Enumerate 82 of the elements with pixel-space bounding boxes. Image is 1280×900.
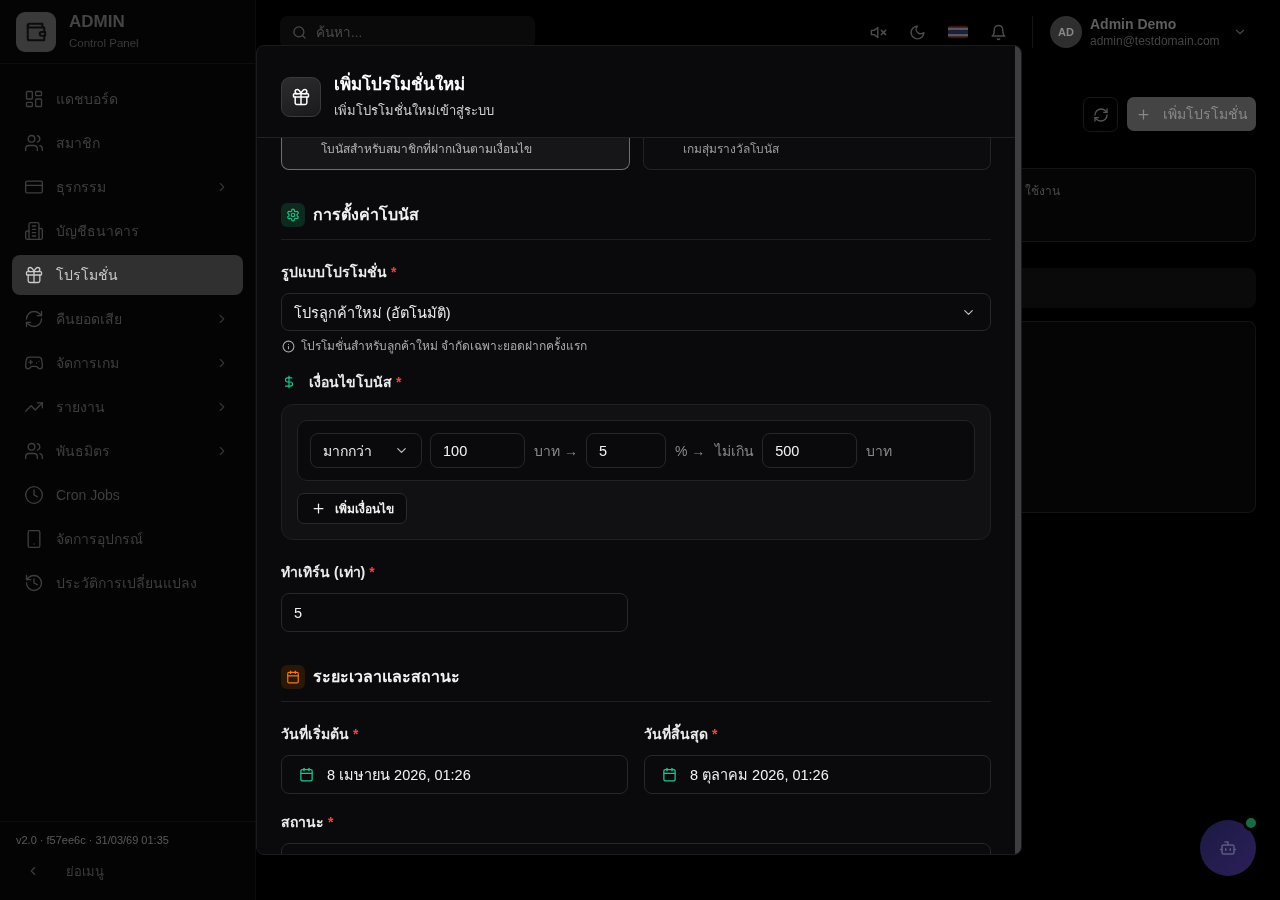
calendar-icon (281, 664, 305, 689)
sidebar-item[interactable]: รายงาน (12, 387, 243, 427)
promotion-type-select[interactable]: โปรลูกค้าใหม่ (อัตโนมัติ) (281, 293, 991, 331)
dialog-title: เพิ่มโปรโมชั่นใหม่ (334, 73, 466, 96)
scrollbar[interactable] (1015, 46, 1021, 854)
user-menu[interactable]: AD Admin Demo admin@testdomain.com (1050, 15, 1256, 49)
field-label: วันที่สิ้นสุด (644, 724, 708, 744)
turnover-input[interactable]: 5 (281, 593, 628, 632)
unit-text: บาท (866, 441, 893, 461)
bot-icon (1219, 839, 1237, 857)
calendar-icon (662, 767, 677, 782)
chatbot-button[interactable] (1200, 820, 1256, 876)
required-mark: * (353, 725, 359, 744)
unit-text: % → (674, 442, 706, 459)
gift-icon (24, 265, 44, 285)
calendar-icon (299, 767, 314, 782)
sidebar-item[interactable]: แดชบอร์ด (12, 79, 243, 119)
refresh-icon (1092, 106, 1109, 123)
max-amount-input[interactable]: 500 (762, 433, 858, 468)
brand-title: ADMIN (69, 12, 126, 32)
collapse-menu-button[interactable]: ย่อเมนู (16, 855, 239, 887)
dollar-icon (282, 375, 296, 389)
dialog-subtitle: เพิ่มโปรโมชั่นใหม่เข้าสู่ระบบ (334, 101, 494, 120)
search-icon (292, 24, 307, 40)
amount-input[interactable]: 100 (430, 433, 525, 468)
sidebar-item[interactable]: คืนยอดเสีย (12, 299, 243, 339)
build-info: v2.0 · f57ee6c · 31/03/69 01:35 (16, 833, 170, 848)
gift-icon (281, 76, 321, 117)
section-heading: ระยะเวลาและสถานะ (313, 667, 460, 687)
required-mark: * (391, 263, 397, 282)
moon-icon[interactable] (909, 23, 926, 41)
sidebar-item[interactable]: บัญชีธนาคาร (12, 211, 243, 251)
sidebar-item[interactable]: Cron Jobs (12, 475, 243, 515)
users-icon (24, 133, 44, 153)
field-label: เงื่อนไขโบนัส (309, 372, 392, 392)
dashboard-icon (24, 89, 44, 109)
field-label: วันที่เริ่มต้น (281, 724, 349, 744)
gear-icon (281, 202, 305, 227)
sidebar-item[interactable]: จัดการเกม (12, 343, 243, 383)
refresh-icon (24, 309, 44, 329)
plus-icon (311, 501, 326, 516)
section-heading: การตั้งค่าโบนัส (313, 202, 419, 227)
refresh-button[interactable] (1083, 97, 1118, 132)
required-mark: * (396, 373, 402, 392)
add-condition-button[interactable]: เพิ่มเงื่อนไข (297, 493, 407, 524)
sidebar-item[interactable]: ธุรกรรม (12, 167, 243, 207)
sidebar-item[interactable]: พันธมิตร (12, 431, 243, 471)
required-mark: * (328, 813, 334, 832)
user-name: Admin Demo (1090, 15, 1178, 33)
clock-icon (24, 485, 44, 505)
user-avatar: AD (1050, 16, 1082, 48)
start-date-field[interactable]: 8 เมษายน 2026, 01:26 (281, 755, 628, 794)
info-icon (282, 339, 295, 353)
users-icon (24, 441, 44, 461)
operator-select[interactable]: มากกว่า (310, 433, 422, 468)
field-label: ทำเทิร์น (เท่า) (281, 563, 366, 582)
history-icon (24, 573, 44, 593)
unit-text: บาท → (534, 441, 578, 461)
percent-input[interactable]: 5 (585, 433, 666, 468)
user-email: admin@testdomain.com (1090, 33, 1220, 49)
sidebar-item[interactable]: ประวัติการเปลี่ยนแปลง (12, 563, 243, 603)
sidebar-item[interactable]: โปรโมชั่น (12, 255, 243, 295)
sidebar-item[interactable]: จัดการอุปกรณ์ (12, 519, 243, 559)
required-mark: * (712, 725, 718, 744)
add-promotion-button[interactable]: เพิ่มโปรโมชั่น (1127, 97, 1256, 131)
bell-icon[interactable] (990, 23, 1007, 41)
wallet-icon (16, 11, 56, 52)
card-text: ใช้งาน (1025, 184, 1060, 198)
cap-label: ไม่เกิน (715, 441, 755, 461)
end-date-field[interactable]: 8 ตุลาคม 2026, 01:26 (644, 755, 991, 794)
required-mark: * (369, 563, 375, 582)
hint-text: โปรโมชั่นสำหรับลูกค้าใหม่ จำกัดเฉพาะยอดฝากครั้งแรก (301, 337, 588, 355)
promotion-type-card[interactable]: เกมสุ่มรางวัลโบนัส (642, 138, 991, 170)
field-label: รูปแบบโปรโมชั่น (281, 262, 387, 282)
building-icon (24, 221, 44, 241)
flag-icon[interactable] (948, 25, 968, 39)
field-label: สถานะ (281, 813, 324, 832)
promotion-type-card[interactable]: โบนัสสำหรับสมาชิกที่ฝากเงินตามเงื่อนไข (281, 138, 630, 170)
search-field[interactable]: ค้นหา... (280, 16, 535, 48)
plus-icon (1135, 106, 1151, 122)
sidebar-item[interactable]: สมาชิก (12, 123, 243, 163)
status-dot (1243, 815, 1259, 831)
